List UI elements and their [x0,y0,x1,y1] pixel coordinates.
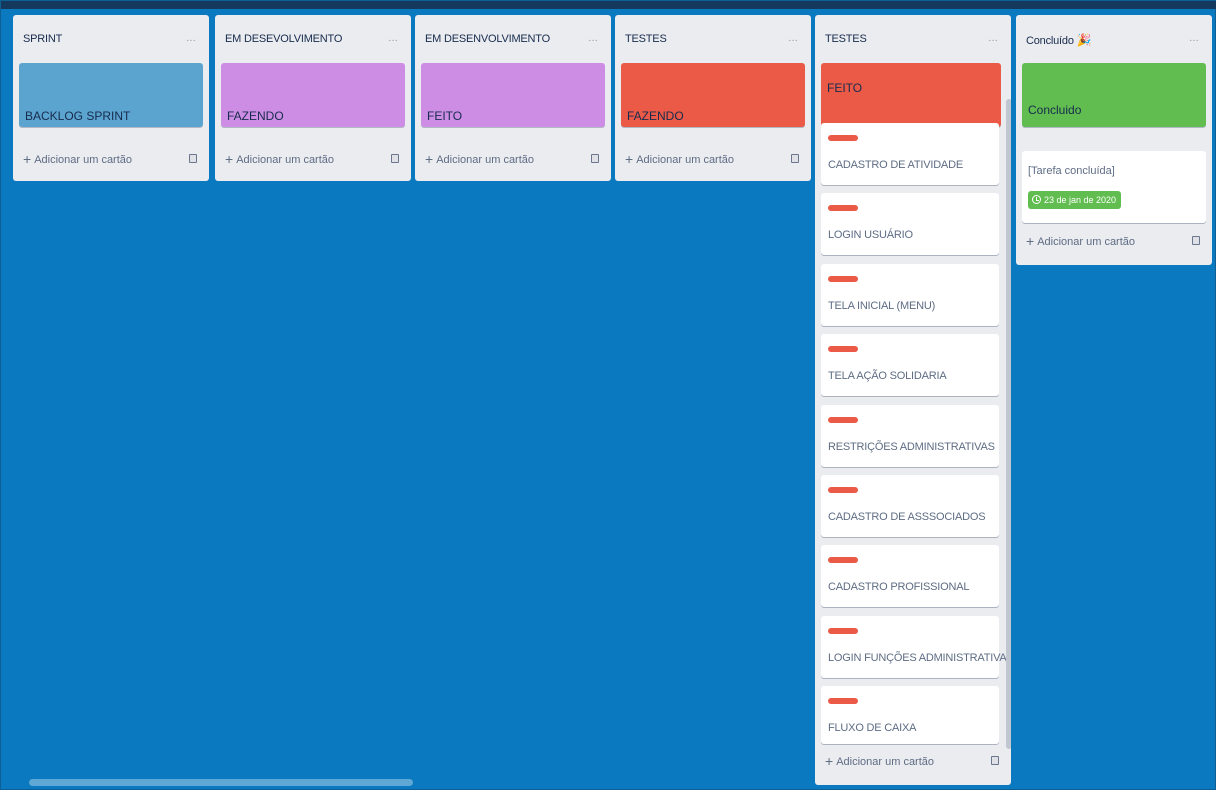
task-title: LOGIN USUÁRIO [828,229,913,241]
list-scrollbar[interactable] [1006,99,1011,749]
add-card-button[interactable]: + Adicionar um cartão [825,753,935,769]
task-card[interactable]: TELA INICIAL (MENU) [821,264,999,326]
list-header[interactable]: EM DESENVOLVIMENTO … [415,15,611,63]
add-card-label: Adicionar um cartão [1037,236,1136,248]
add-card-label: Adicionar um cartão [236,154,335,166]
card-title: FEITO [427,109,463,123]
plus-icon: + [1026,233,1035,249]
list-header[interactable]: TESTES … [815,15,1011,63]
task-title: CADASTRO DE ATIVIDADE [828,159,963,171]
top-bar [1,1,1216,9]
board: SPRINT … BACKLOG SPRINT + Adicionar um ca… [1,1,1216,790]
card-template-icon[interactable] [391,154,399,163]
card-title: FAZENDO [627,109,684,123]
task-card[interactable]: RESTRIÇÕES ADMINISTRATIVAS [821,405,999,467]
add-card-label: Adicionar um cartão [34,154,133,166]
plus-icon: + [23,151,32,167]
task-card[interactable]: CADASTRO DE ASSSOCIADOS [821,475,999,537]
task-card[interactable]: FLUXO DE CAIXA [821,686,999,744]
list-header[interactable]: SPRINT … [13,15,209,63]
task-title: TELA AÇÃO SOLIDARIA [828,370,947,382]
red-label [828,698,858,704]
card-title: Concluido [1028,103,1082,117]
list-title[interactable]: TESTES [825,33,867,45]
task-card[interactable]: [Tarefa concluída] 23 de jan de 2020 [1022,151,1206,223]
red-label [828,487,858,493]
red-label [828,276,858,282]
clock-icon [1032,195,1041,204]
list-menu-icon[interactable]: … [388,34,399,44]
list-menu-icon[interactable]: … [1189,34,1200,44]
card-template-icon[interactable] [1192,236,1200,245]
list-title[interactable]: SPRINT [23,33,62,45]
card-template-icon[interactable] [591,154,599,163]
board-horizontal-scrollbar[interactable] [29,779,413,786]
list-em-desenvolvimento: EM DESENVOLVIMENTO … FEITO + Adicionar um… [415,15,611,181]
task-title: TELA INICIAL (MENU) [828,300,936,312]
list-scrollbar-thumb[interactable] [1006,99,1011,749]
label-card[interactable]: FEITO [821,63,1001,127]
list-header[interactable]: Concluído 🎉 … [1016,15,1212,63]
add-card-button[interactable]: + Adicionar um cartão [425,151,534,167]
task-card[interactable]: LOGIN USUÁRIO [821,193,999,255]
list-sprint: SPRINT … BACKLOG SPRINT + Adicionar um ca… [13,15,209,181]
add-card-label: Adicionar um cartão [836,756,935,768]
list-menu-icon[interactable]: … [186,34,197,44]
add-card-label: Adicionar um cartão [636,154,735,166]
list-title[interactable]: Concluído 🎉 [1026,33,1092,47]
red-label [828,628,858,634]
list-em-desevolvimento: EM DESEVOLVIMENTO … FAZENDO + Adicionar u… [215,15,411,181]
add-card-button[interactable]: + Adicionar um cartão [225,151,334,167]
task-card[interactable]: CADASTRO PROFISSIONAL [821,545,999,607]
due-date-badge[interactable]: 23 de jan de 2020 [1028,191,1122,209]
label-card[interactable]: FEITO [421,63,605,127]
list-menu-icon[interactable]: … [588,34,599,44]
list-title[interactable]: TESTES [625,33,667,45]
red-label [828,417,858,423]
list-menu-icon[interactable]: … [788,34,799,44]
task-card[interactable]: CADASTRO DE ATIVIDADE [821,123,999,185]
red-label [828,135,858,141]
label-card[interactable]: BACKLOG SPRINT [19,63,203,127]
add-card-label: Adicionar um cartão [436,154,535,166]
label-card[interactable]: FAZENDO [221,63,405,127]
label-card[interactable]: FAZENDO [621,63,805,127]
label-card[interactable]: Concluido [1022,63,1206,127]
list-menu-icon[interactable]: … [988,34,999,44]
list-header[interactable]: TESTES … [615,15,811,63]
card-title: FEITO [827,81,863,95]
party-popper-icon: 🎉 [1076,33,1092,47]
plus-icon: + [225,151,234,167]
task-title: CADASTRO PROFISSIONAL [828,581,970,593]
task-card[interactable]: TELA AÇÃO SOLIDARIA [821,334,999,396]
add-card-button[interactable]: + Adicionar um cartão [1026,233,1135,249]
list-header[interactable]: EM DESEVOLVIMENTO … [215,15,411,63]
card-title: BACKLOG SPRINT [25,109,131,123]
task-card[interactable]: LOGIN FUNÇÕES ADMINISTRATIVAS [821,616,1011,678]
task-title: RESTRIÇÕES ADMINISTRATIVAS [828,441,995,453]
task-title: CADASTRO DE ASSSOCIADOS [828,511,986,523]
plus-icon: + [425,151,434,167]
red-label [828,205,858,211]
card-title: FAZENDO [227,109,284,123]
task-title: [Tarefa concluída] [1028,165,1115,177]
plus-icon: + [825,753,834,769]
list-testes-feito: TESTES … FEITO CADASTRO DE ATIVIDADE LOG… [815,15,1011,785]
due-date: 23 de jan de 2020 [1044,195,1117,205]
add-card-button[interactable]: + Adicionar um cartão [23,151,132,167]
task-title: LOGIN FUNÇÕES ADMINISTRATIVAS [828,652,1011,664]
red-label [828,557,858,563]
plus-icon: + [625,151,634,167]
red-label [828,346,858,352]
list-title-text: Concluído [1026,35,1074,47]
list-concluido: Concluído 🎉 … Concluido [Tarefa concluída… [1016,15,1212,265]
add-card-button[interactable]: + Adicionar um cartão [625,151,734,167]
card-template-icon[interactable] [791,154,799,163]
card-template-icon[interactable] [189,154,197,163]
card-template-icon[interactable] [991,756,999,765]
task-title: FLUXO DE CAIXA [828,722,917,734]
list-title[interactable]: EM DESEVOLVIMENTO [225,33,342,45]
list-testes: TESTES … FAZENDO + Adicionar um cartão [615,15,811,181]
list-title[interactable]: EM DESENVOLVIMENTO [425,33,550,45]
